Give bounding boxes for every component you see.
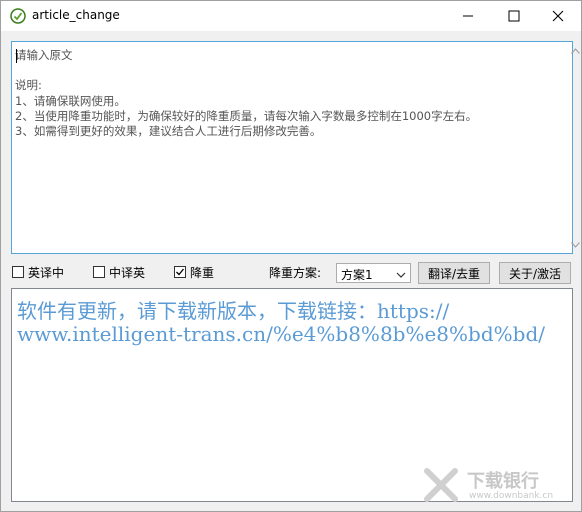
watermark: 下载银行 www.downbank.cn bbox=[419, 463, 579, 507]
output-line-1: 软件有更新，请下载新版本，下载链接：https:// bbox=[17, 299, 450, 323]
input-placeholder-line: 请输入原文 bbox=[15, 48, 73, 62]
close-icon bbox=[552, 10, 564, 22]
instruction-line-3: 3、如需得到更好的效果，建议结合人工进行后期修改完善。 bbox=[15, 124, 322, 138]
en-to-zh-label: 英译中 bbox=[28, 266, 65, 280]
maximize-button[interactable] bbox=[491, 1, 537, 31]
instructions-heading: 说明: bbox=[15, 78, 42, 92]
output-line-2: www.intelligent-trans.cn/%e4%b8%8b%e8%bd… bbox=[17, 322, 545, 346]
controls-row: 英译中 中译英 降重 降重方案: 方案1 翻译/去重 关于/激活 bbox=[1, 261, 581, 285]
window-title: article_change bbox=[32, 8, 120, 22]
scheme-selected-value: 方案1 bbox=[341, 268, 373, 282]
zh-to-en-checkbox[interactable] bbox=[93, 266, 105, 278]
close-button[interactable] bbox=[535, 1, 581, 31]
en-to-zh-checkbox[interactable] bbox=[12, 266, 24, 278]
scheme-select[interactable]: 方案1 bbox=[336, 263, 411, 283]
minimize-icon bbox=[463, 15, 473, 17]
checkmark-icon bbox=[176, 268, 185, 276]
minimize-button[interactable] bbox=[445, 1, 491, 31]
dedup-checkbox[interactable] bbox=[174, 266, 186, 278]
instruction-line-2: 2、当使用降重功能时，为确保较好的降重质量，请每次输入字数最多控制在1000字左… bbox=[15, 109, 478, 123]
scroll-down-arrow-icon[interactable] bbox=[567, 236, 582, 253]
about-activate-button[interactable]: 关于/激活 bbox=[499, 262, 571, 284]
chevron-down-icon bbox=[396, 268, 406, 282]
zh-to-en-label: 中译英 bbox=[109, 266, 146, 280]
source-text-input[interactable]: 请输入原文 说明: 1、请确保联网使用。 2、当使用降重功能时，为确保较好的降重… bbox=[11, 41, 580, 254]
dedup-label: 降重 bbox=[190, 266, 215, 280]
watermark-logo-icon bbox=[424, 468, 458, 502]
app-logo-icon bbox=[10, 8, 26, 24]
title-bar[interactable]: article_change bbox=[1, 1, 581, 31]
app-window: article_change 请输入原文 说明: 1、请确保联网使用。 2、当使… bbox=[0, 0, 582, 512]
maximize-icon bbox=[508, 10, 520, 22]
translate-dedup-button[interactable]: 翻译/去重 bbox=[418, 262, 490, 284]
watermark-url: www.downbank.cn bbox=[469, 491, 554, 501]
scheme-label: 降重方案: bbox=[269, 266, 322, 280]
text-caret bbox=[16, 49, 17, 63]
scroll-up-arrow-icon[interactable] bbox=[567, 42, 582, 59]
instruction-line-1: 1、请确保联网使用。 bbox=[15, 94, 126, 108]
watermark-text: 下载银行 bbox=[467, 471, 539, 492]
